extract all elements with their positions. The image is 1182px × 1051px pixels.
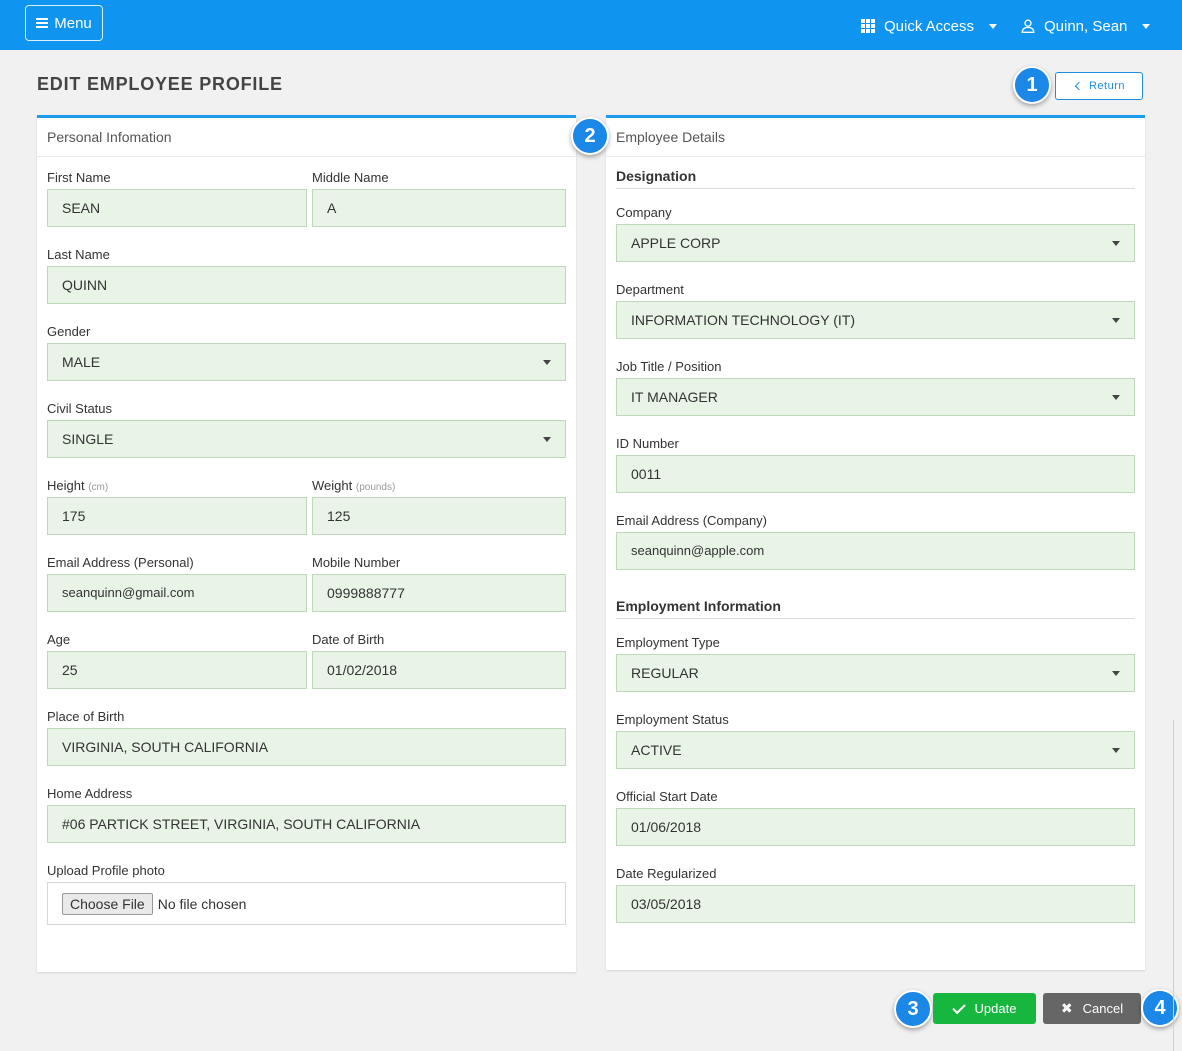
- top-navbar: Menu Quick Access Quinn, Sean: [0, 0, 1182, 50]
- cancel-button[interactable]: ✖ Cancel: [1043, 993, 1141, 1024]
- check-icon: [951, 1000, 966, 1014]
- mobile-number-label: Mobile Number: [312, 555, 401, 570]
- department-select[interactable]: INFORMATION TECHNOLOGY (IT): [616, 301, 1135, 339]
- quick-access-dropdown[interactable]: Quick Access: [861, 16, 998, 36]
- apps-grid-icon: [861, 19, 875, 33]
- scrollbar[interactable]: [1173, 720, 1182, 1051]
- civil-status-select[interactable]: SINGLE: [47, 420, 566, 458]
- employment-type-label: Employment Type: [616, 635, 720, 650]
- quick-access-label: Quick Access: [884, 17, 975, 35]
- user-name: Quinn, Sean: [1044, 17, 1128, 35]
- id-number-input[interactable]: 0011: [616, 455, 1135, 493]
- step-badge-2: 2: [571, 117, 609, 155]
- file-status: No file chosen: [157, 895, 247, 912]
- profile-photo-upload: Choose File No file chosen: [47, 882, 566, 925]
- company-label: Company: [616, 205, 672, 220]
- cancel-label: Cancel: [1082, 1001, 1124, 1016]
- age-label: Age: [47, 632, 71, 647]
- choose-file-button[interactable]: Choose File: [62, 892, 153, 915]
- height-input[interactable]: 175: [47, 497, 307, 535]
- close-icon: ✖: [1060, 1000, 1073, 1016]
- panel-heading: Employee Details: [606, 118, 1145, 157]
- employment-section-title: Employment Information: [616, 598, 781, 614]
- update-label: Update: [974, 1001, 1017, 1016]
- date-of-birth-label: Date of Birth: [312, 632, 385, 647]
- height-label: Height (cm): [47, 478, 109, 493]
- date-regularized-input[interactable]: 03/05/2018: [616, 885, 1135, 923]
- panel-heading: Personal Infomation: [37, 118, 576, 157]
- company-email-input[interactable]: seanquinn@apple.com: [616, 532, 1135, 570]
- height-unit: (cm): [88, 482, 109, 493]
- hamburger-icon: [36, 18, 49, 28]
- chevron-down-icon: [1142, 23, 1151, 29]
- section-divider: [616, 188, 1135, 189]
- update-button[interactable]: Update: [933, 993, 1036, 1024]
- gender-label: Gender: [47, 324, 91, 339]
- chevron-left-icon: [1074, 81, 1084, 91]
- page-title: EDIT EMPLOYEE PROFILE: [37, 74, 283, 94]
- job-title-label: Job Title / Position: [616, 359, 722, 374]
- employment-status-select[interactable]: ACTIVE: [616, 731, 1135, 769]
- date-regularized-label: Date Regularized: [616, 866, 717, 881]
- age-input[interactable]: 25: [47, 651, 307, 689]
- designation-section-title: Designation: [616, 168, 697, 184]
- home-address-input[interactable]: #06 PARTICK STREET, VIRGINIA, SOUTH CALI…: [47, 805, 566, 843]
- date-of-birth-input[interactable]: 01/02/2018: [312, 651, 566, 689]
- mobile-number-input[interactable]: 0999888777: [312, 574, 566, 612]
- middle-name-input[interactable]: A: [312, 189, 566, 227]
- home-address-label: Home Address: [47, 786, 133, 801]
- menu-button[interactable]: Menu: [25, 5, 103, 41]
- personal-email-input[interactable]: seanquinn@gmail.com: [47, 574, 307, 612]
- menu-label: Menu: [54, 14, 92, 32]
- department-label: Department: [616, 282, 684, 297]
- first-name-input[interactable]: SEAN: [47, 189, 307, 227]
- personal-information-panel: Personal Infomation: [37, 115, 576, 972]
- personal-email-label: Email Address (Personal): [47, 555, 194, 570]
- employment-type-select[interactable]: REGULAR: [616, 654, 1135, 692]
- step-badge-1: 1: [1013, 66, 1051, 104]
- section-divider: [616, 618, 1135, 619]
- company-email-label: Email Address (Company): [616, 513, 767, 528]
- weight-input[interactable]: 125: [312, 497, 566, 535]
- weight-unit: (pounds): [355, 482, 396, 493]
- user-icon: [1021, 19, 1035, 33]
- job-title-select[interactable]: IT MANAGER: [616, 378, 1135, 416]
- step-badge-3: 3: [894, 990, 932, 1028]
- civil-status-label: Civil Status: [47, 401, 113, 416]
- place-of-birth-label: Place of Birth: [47, 709, 125, 724]
- id-number-label: ID Number: [616, 436, 679, 451]
- employment-status-label: Employment Status: [616, 712, 729, 727]
- first-name-label: First Name: [47, 170, 111, 185]
- gender-select[interactable]: MALE: [47, 343, 566, 381]
- weight-label: Weight (pounds): [312, 478, 396, 493]
- middle-name-label: Middle Name: [312, 170, 389, 185]
- return-label: Return: [1088, 80, 1126, 92]
- return-button[interactable]: Return: [1055, 72, 1143, 100]
- start-date-input[interactable]: 01/06/2018: [616, 808, 1135, 846]
- last-name-input[interactable]: QUINN: [47, 266, 566, 304]
- place-of-birth-input[interactable]: VIRGINIA, SOUTH CALIFORNIA: [47, 728, 566, 766]
- chevron-down-icon: [989, 23, 998, 29]
- user-menu-dropdown[interactable]: Quinn, Sean: [1021, 16, 1151, 36]
- upload-photo-label: Upload Profile photo: [47, 863, 165, 878]
- last-name-label: Last Name: [47, 247, 110, 262]
- start-date-label: Official Start Date: [616, 789, 718, 804]
- company-select[interactable]: APPLE CORP: [616, 224, 1135, 262]
